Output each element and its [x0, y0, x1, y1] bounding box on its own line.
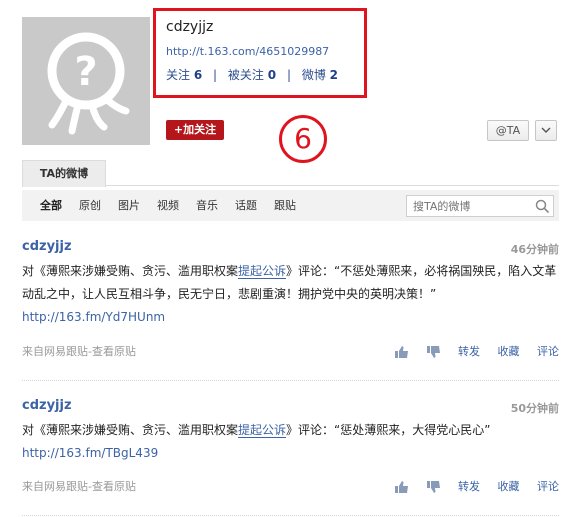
post-source-link[interactable]: 来自网易跟贴-查看原贴: [22, 343, 136, 359]
search-icon[interactable]: [535, 199, 549, 213]
post-time: 50分钟前: [510, 402, 559, 415]
svg-text:?: ?: [74, 49, 97, 95]
default-avatar-icon: ?: [47, 32, 130, 135]
post-url-link[interactable]: http://163.fm/TBgL439: [22, 446, 158, 460]
repost-button[interactable]: 转发: [458, 345, 480, 358]
following-link[interactable]: 关注 6: [166, 68, 202, 82]
post-author[interactable]: cdzyjjz: [22, 239, 72, 254]
filter-replies[interactable]: 跟贴: [274, 190, 296, 221]
profile-stats: 关注 6 | 被关注 0 | 微博 2: [166, 66, 354, 83]
mention-button[interactable]: @TA: [487, 120, 529, 141]
posts-count: 2: [329, 68, 339, 82]
like-icon[interactable]: [395, 346, 409, 358]
comment-button[interactable]: 评论: [537, 480, 559, 493]
filter-videos[interactable]: 视频: [157, 190, 179, 221]
following-label: 关注: [166, 68, 191, 82]
tab-bar: TA的微博: [22, 160, 559, 187]
post-topic-link[interactable]: 提起公诉: [238, 264, 287, 279]
post-footer: 来自网易跟贴-查看原贴 转发 收藏 评论: [22, 343, 559, 359]
posts-link[interactable]: 微博 2: [302, 68, 338, 82]
follow-button[interactable]: +加关注: [166, 120, 224, 140]
post-author[interactable]: cdzyjjz: [22, 398, 72, 413]
search-box: [406, 195, 554, 217]
post-time: 46分钟前: [510, 243, 559, 256]
post-text-before: 对《薄熙来涉嫌受贿、贪污、滥用职权案: [22, 423, 239, 437]
avatar[interactable]: ?: [22, 17, 150, 145]
post-footer: 来自网易跟贴-查看原贴 转发 收藏 评论: [22, 478, 559, 494]
profile-username[interactable]: cdzyjjz: [166, 19, 354, 35]
post-content: 对《薄熙来涉嫌受贿、贪污、滥用职权案提起公诉》评论：“不惩处薄熙来，必将祸国殃民…: [22, 260, 559, 329]
post-topic-link[interactable]: 提起公诉: [238, 423, 287, 438]
post-actions: 转发 收藏 评论: [381, 343, 559, 359]
following-count: 6: [193, 68, 203, 82]
favorite-button[interactable]: 收藏: [498, 345, 520, 358]
filter-original[interactable]: 原创: [79, 190, 101, 221]
repost-button[interactable]: 转发: [458, 480, 480, 493]
followers-count: 0: [267, 68, 277, 82]
tab-ta-weibo[interactable]: TA的微博: [22, 160, 106, 187]
step-number-annotation: 6: [279, 115, 327, 163]
stats-separator: |: [286, 68, 291, 82]
more-dropdown-button[interactable]: [535, 120, 557, 141]
post-text-after: 》评论：“惩处薄熙来，大得党心民心”: [286, 423, 491, 437]
post-item: cdzyjjz 46分钟前 对《薄熙来涉嫌受贿、贪污、滥用职权案提起公诉》评论：…: [22, 239, 559, 363]
chevron-down-icon: [541, 127, 551, 133]
profile-info-highlight: cdzyjjz http://t.163.com/4651029987 关注 6…: [153, 8, 367, 98]
post-text-before: 对《薄熙来涉嫌受贿、贪污、滥用职权案: [22, 264, 239, 278]
post-url-link[interactable]: http://163.fm/Yd7HUnm: [22, 310, 165, 324]
search-input[interactable]: [407, 196, 525, 216]
posts-label: 微博: [301, 68, 326, 82]
filter-music[interactable]: 音乐: [196, 190, 218, 221]
followers-label: 被关注: [227, 68, 264, 82]
comment-button[interactable]: 评论: [537, 345, 559, 358]
post-actions: 转发 收藏 评论: [381, 478, 559, 494]
post-content: 对《薄熙来涉嫌受贿、贪污、滥用职权案提起公诉》评论：“惩处薄熙来，大得党心民心”…: [22, 419, 559, 465]
filter-bar: 全部 原创 图片 视频 音乐 话题 跟贴: [22, 190, 559, 221]
post-divider: [22, 380, 559, 381]
stats-separator: |: [213, 68, 218, 82]
profile-url[interactable]: http://t.163.com/4651029987: [166, 45, 354, 58]
dislike-icon[interactable]: [426, 481, 441, 493]
post-source-link[interactable]: 来自网易跟贴-查看原贴: [22, 478, 136, 494]
dislike-icon[interactable]: [426, 346, 441, 358]
filter-all[interactable]: 全部: [40, 190, 62, 221]
like-icon[interactable]: [395, 481, 409, 493]
post-item: cdzyjjz 50分钟前 对《薄熙来涉嫌受贿、贪污、滥用职权案提起公诉》评论：…: [22, 398, 559, 498]
filter-topics[interactable]: 话题: [235, 190, 257, 221]
post-divider: [22, 515, 559, 516]
followers-link[interactable]: 被关注 0: [228, 68, 276, 82]
filter-images[interactable]: 图片: [118, 190, 140, 221]
favorite-button[interactable]: 收藏: [498, 480, 520, 493]
